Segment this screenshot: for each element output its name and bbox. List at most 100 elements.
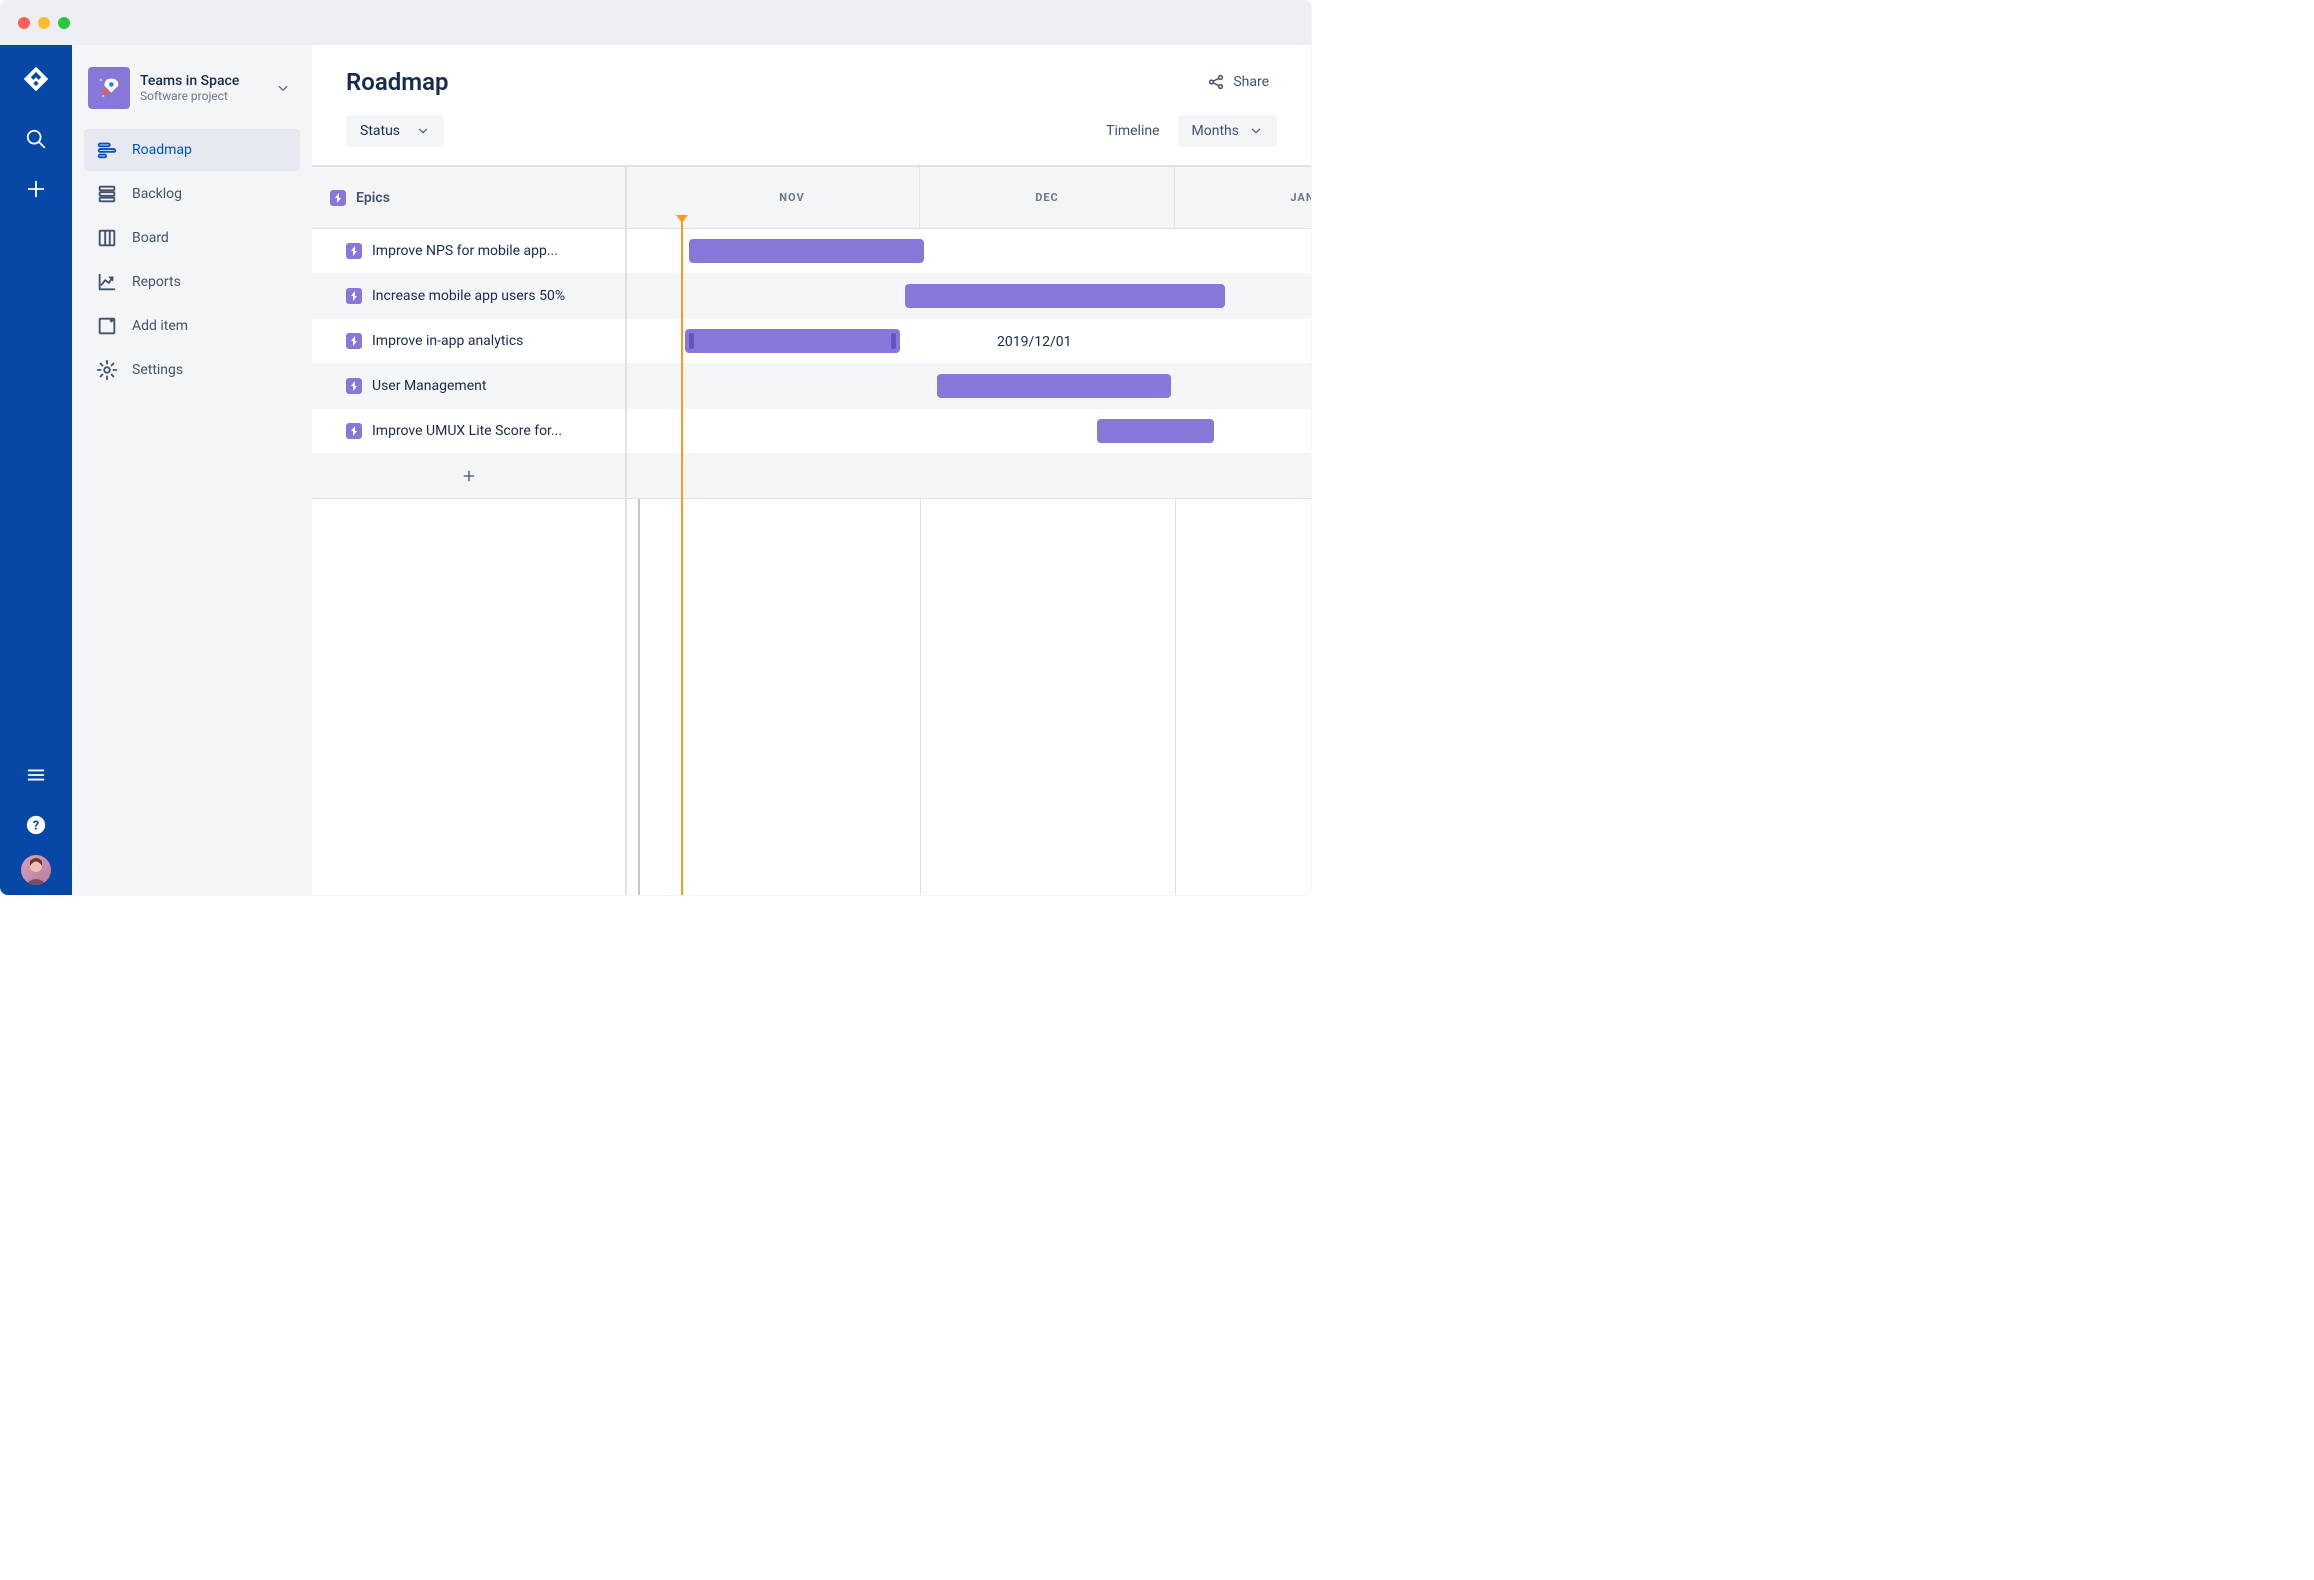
project-nav-items: Roadmap Backlog Board Reports Add item — [84, 129, 300, 391]
sidebar-item-board[interactable]: Board — [84, 217, 300, 259]
epic-icon — [346, 333, 362, 349]
create-button[interactable] — [16, 169, 56, 209]
window-titlebar — [0, 0, 1311, 45]
jira-logo-icon[interactable] — [22, 65, 50, 93]
month-header: NOV — [665, 167, 920, 228]
sidebar-item-label: Roadmap — [132, 142, 192, 158]
status-filter-label: Status — [360, 123, 400, 139]
roadmap-icon — [96, 139, 118, 161]
timeline-add-row — [627, 454, 1311, 499]
menu-button[interactable] — [16, 755, 56, 795]
epic-row[interactable]: Improve NPS for mobile app... — [312, 229, 625, 274]
plus-icon — [25, 178, 47, 200]
epic-label: Increase mobile app users 50% — [372, 288, 565, 304]
project-avatar — [88, 67, 130, 109]
month-header: DEC — [920, 167, 1175, 228]
search-icon — [25, 128, 47, 150]
epic-icon — [346, 288, 362, 304]
sidebar-item-roadmap[interactable]: Roadmap — [84, 129, 300, 171]
epic-row[interactable]: Improve in-app analytics — [312, 319, 625, 364]
today-marker-line — [681, 222, 683, 895]
app-body: ? Teams in Space Software — [0, 45, 1311, 895]
window-close-button[interactable] — [18, 17, 30, 29]
epic-label: Improve in-app analytics — [372, 333, 523, 349]
month-header: JAN — [1175, 167, 1311, 228]
app-window: ? Teams in Space Software — [0, 0, 1311, 895]
project-switcher[interactable]: Teams in Space Software project — [84, 67, 300, 109]
timeline-row — [627, 364, 1311, 409]
menu-icon — [25, 764, 47, 786]
reports-icon — [96, 271, 118, 293]
help-icon: ? — [25, 814, 47, 836]
help-button[interactable]: ? — [16, 805, 56, 845]
roadmap-grid: Epics Improve NPS for mobile app... Incr… — [312, 165, 1311, 895]
share-button-label: Share — [1233, 74, 1269, 90]
search-button[interactable] — [16, 119, 56, 159]
timeline-controls: Timeline Months — [1106, 115, 1277, 147]
window-minimize-button[interactable] — [38, 17, 50, 29]
epic-bar[interactable] — [905, 284, 1225, 308]
sidebar-item-reports[interactable]: Reports — [84, 261, 300, 303]
share-button[interactable]: Share — [1199, 67, 1277, 97]
rocket-icon — [95, 74, 123, 102]
epic-row[interactable]: User Management — [312, 364, 625, 409]
backlog-icon — [96, 183, 118, 205]
timeline-row: 2019/12/01 — [627, 319, 1311, 364]
project-sidebar: Teams in Space Software project Roadmap … — [72, 45, 312, 895]
epic-header-label: Epics — [356, 190, 390, 206]
epic-icon — [346, 243, 362, 259]
chevron-down-icon — [270, 75, 296, 101]
board-icon — [96, 227, 118, 249]
epic-icon — [330, 190, 346, 206]
epic-bar-active[interactable] — [685, 329, 900, 353]
timeframe-dropdown[interactable]: Months — [1178, 115, 1277, 147]
timeline-header: NOV DEC JAN — [627, 167, 1311, 229]
sidebar-item-backlog[interactable]: Backlog — [84, 173, 300, 215]
chevron-down-icon — [416, 124, 430, 138]
epic-label: Improve NPS for mobile app... — [372, 243, 558, 259]
epic-bar[interactable] — [1097, 419, 1214, 443]
page-header: Roadmap Share Status Timeline Months — [312, 45, 1311, 165]
epic-list-header: Epics — [312, 167, 625, 229]
epic-icon — [346, 378, 362, 394]
sidebar-item-settings[interactable]: Settings — [84, 349, 300, 391]
epic-bar[interactable] — [689, 239, 924, 263]
timeline-body: 2019/12/01 — [627, 229, 1311, 895]
epic-bar[interactable] — [937, 374, 1171, 398]
timeframe-label: Months — [1192, 123, 1239, 139]
epic-icon — [346, 423, 362, 439]
user-avatar[interactable] — [21, 855, 51, 885]
status-filter-dropdown[interactable]: Status — [346, 115, 444, 147]
project-type: Software project — [140, 89, 260, 103]
plus-icon — [461, 468, 477, 484]
timeline-row — [627, 409, 1311, 454]
epic-list-column: Epics Improve NPS for mobile app... Incr… — [312, 167, 627, 895]
svg-text:?: ? — [33, 819, 39, 834]
today-marker-triangle — [676, 215, 688, 223]
add-item-icon — [96, 315, 118, 337]
gear-icon — [96, 359, 118, 381]
sidebar-item-label: Reports — [132, 274, 181, 290]
timeline-row — [627, 274, 1311, 319]
month-spacer — [627, 167, 665, 228]
window-maximize-button[interactable] — [58, 17, 70, 29]
epic-label: Improve UMUX Lite Score for... — [372, 423, 562, 439]
timeline-panel[interactable]: NOV DEC JAN — [627, 167, 1311, 895]
project-name: Teams in Space — [140, 73, 260, 89]
share-icon — [1207, 73, 1225, 91]
timeline-label: Timeline — [1106, 123, 1159, 139]
sidebar-item-label: Settings — [132, 362, 183, 378]
global-sidebar: ? — [0, 45, 72, 895]
main-content: Roadmap Share Status Timeline Months — [312, 45, 1311, 895]
page-title: Roadmap — [346, 68, 448, 96]
sidebar-item-add-item[interactable]: Add item — [84, 305, 300, 347]
add-epic-button[interactable] — [312, 454, 625, 499]
timeline-row — [627, 229, 1311, 274]
epic-row[interactable]: Increase mobile app users 50% — [312, 274, 625, 319]
epic-row[interactable]: Improve UMUX Lite Score for... — [312, 409, 625, 454]
sidebar-item-label: Board — [132, 230, 169, 246]
chevron-down-icon — [1249, 124, 1263, 138]
epic-label: User Management — [372, 378, 486, 394]
sidebar-item-label: Add item — [132, 318, 188, 334]
sidebar-item-label: Backlog — [132, 186, 182, 202]
